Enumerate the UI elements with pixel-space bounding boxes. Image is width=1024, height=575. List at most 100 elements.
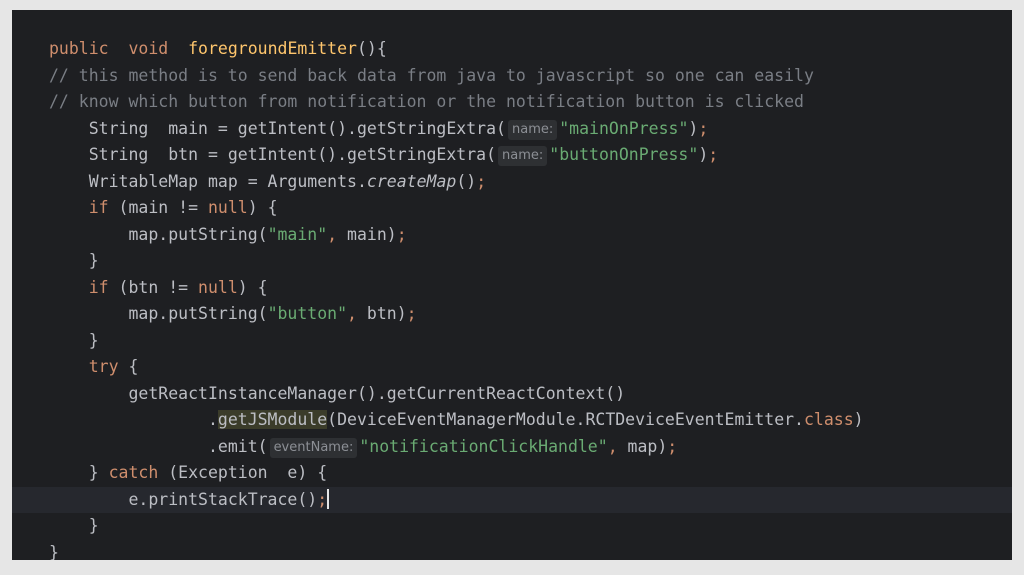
code-token: "buttonOnPress" bbox=[549, 145, 699, 164]
code-token: ) bbox=[688, 118, 699, 138]
code-token: "notificationClickHandle" bbox=[359, 436, 608, 456]
code-line[interactable]: if (main != null) { bbox=[12, 195, 1012, 222]
code-token: ; bbox=[667, 436, 678, 456]
text-caret bbox=[327, 488, 330, 509]
code-line[interactable]: .emit(eventName: "notificationClickHandle… bbox=[12, 434, 1012, 461]
code-line[interactable]: } bbox=[12, 513, 1012, 540]
code-token: (main != bbox=[108, 198, 208, 217]
code-line[interactable]: // this method is to send back data from… bbox=[12, 63, 1012, 90]
code-token: String main = getIntent().getStringExtra… bbox=[88, 118, 506, 138]
code-token: map.putString( bbox=[128, 224, 268, 244]
code-token: if bbox=[88, 198, 109, 217]
code-line[interactable]: } bbox=[12, 540, 1012, 561]
code-token: String btn = getIntent().getStringExtra( bbox=[88, 145, 497, 164]
code-token: . bbox=[207, 410, 218, 429]
code-line[interactable]: if (btn != null) { bbox=[12, 275, 1012, 302]
code-token: btn) bbox=[356, 304, 407, 323]
code-token: , bbox=[327, 224, 338, 244]
parameter-hint: eventName: bbox=[269, 437, 358, 458]
code-token: () bbox=[456, 171, 477, 191]
code-line[interactable]: public void foregroundEmitter(){ bbox=[12, 36, 1012, 63]
code-token: ; bbox=[698, 118, 709, 138]
code-token: , bbox=[607, 436, 618, 456]
code-token: ; bbox=[708, 145, 719, 164]
code-token: } bbox=[88, 516, 99, 535]
code-line[interactable]: } bbox=[12, 328, 1012, 355]
code-line[interactable]: WritableMap map = Arguments.createMap(); bbox=[12, 169, 1012, 196]
code-token: map) bbox=[617, 436, 668, 456]
code-line[interactable]: .getJSModule(DeviceEventManagerModule.RC… bbox=[12, 407, 1012, 434]
code-token: WritableMap map = Arguments. bbox=[88, 171, 367, 191]
code-token: getReactInstanceManager().getCurrentReac… bbox=[128, 383, 626, 403]
code-token: // know which button from notification o… bbox=[49, 92, 804, 111]
code-line-current[interactable]: e.printStackTrace(); bbox=[12, 486, 1012, 513]
code-token: ) { bbox=[237, 277, 268, 297]
code-token: null bbox=[207, 198, 248, 217]
code-token: ; bbox=[406, 304, 417, 323]
code-token: "mainOnPress" bbox=[559, 118, 689, 138]
code-token: class bbox=[804, 410, 854, 429]
code-token: .emit( bbox=[207, 436, 268, 456]
code-token: (){ bbox=[357, 39, 387, 58]
code-token: { bbox=[118, 357, 139, 376]
code-token: foregroundEmitter bbox=[188, 39, 357, 58]
code-token: createMap bbox=[366, 171, 457, 191]
code-token: ; bbox=[396, 224, 407, 244]
code-line[interactable]: String main = getIntent().getStringExtra… bbox=[12, 116, 1012, 143]
code-line[interactable]: map.putString("main", main); bbox=[12, 222, 1012, 249]
code-token: null bbox=[198, 277, 238, 297]
parameter-hint: name: bbox=[507, 119, 558, 140]
code-token: ) bbox=[698, 145, 709, 164]
code-area[interactable]: public void foregroundEmitter(){// this … bbox=[12, 36, 1012, 560]
code-token: } bbox=[88, 251, 99, 270]
code-token: } bbox=[88, 463, 109, 482]
code-token: public bbox=[49, 39, 109, 58]
code-token: ) bbox=[853, 410, 864, 429]
code-token: (Exception e) { bbox=[158, 463, 328, 482]
parameter-hint: name: bbox=[498, 146, 548, 166]
code-line[interactable]: // know which button from notification o… bbox=[12, 89, 1012, 116]
code-token: catch bbox=[108, 463, 159, 482]
code-line[interactable]: getReactInstanceManager().getCurrentReac… bbox=[12, 381, 1012, 408]
code-token: e.printStackTrace() bbox=[128, 489, 318, 509]
code-line[interactable]: map.putString("button", btn); bbox=[12, 301, 1012, 328]
code-token: } bbox=[88, 330, 99, 350]
code-token: } bbox=[49, 542, 59, 561]
code-token: main) bbox=[337, 224, 397, 244]
code-token: "main" bbox=[267, 224, 328, 244]
code-token: ; bbox=[476, 171, 487, 191]
code-editor[interactable]: public void foregroundEmitter(){// this … bbox=[12, 10, 1012, 560]
code-line[interactable]: } catch (Exception e) { bbox=[12, 460, 1012, 487]
code-token: ) { bbox=[247, 198, 278, 217]
code-line[interactable]: } bbox=[12, 248, 1012, 275]
code-token: ; bbox=[317, 489, 328, 509]
code-token: (btn != bbox=[108, 277, 199, 297]
code-line[interactable]: String btn = getIntent().getStringExtra(… bbox=[12, 142, 1012, 169]
code-token: try bbox=[88, 357, 119, 376]
code-token: // this method is to send back data from… bbox=[49, 65, 814, 85]
code-line[interactable]: try { bbox=[12, 354, 1012, 381]
code-token: , bbox=[347, 304, 357, 323]
code-token: map.putString( bbox=[128, 304, 268, 323]
code-token: void bbox=[128, 39, 169, 58]
code-token: getJSModule bbox=[217, 410, 328, 429]
code-token: if bbox=[88, 277, 109, 297]
code-token: (DeviceEventManagerModule.RCTDeviceEvent… bbox=[327, 410, 804, 429]
